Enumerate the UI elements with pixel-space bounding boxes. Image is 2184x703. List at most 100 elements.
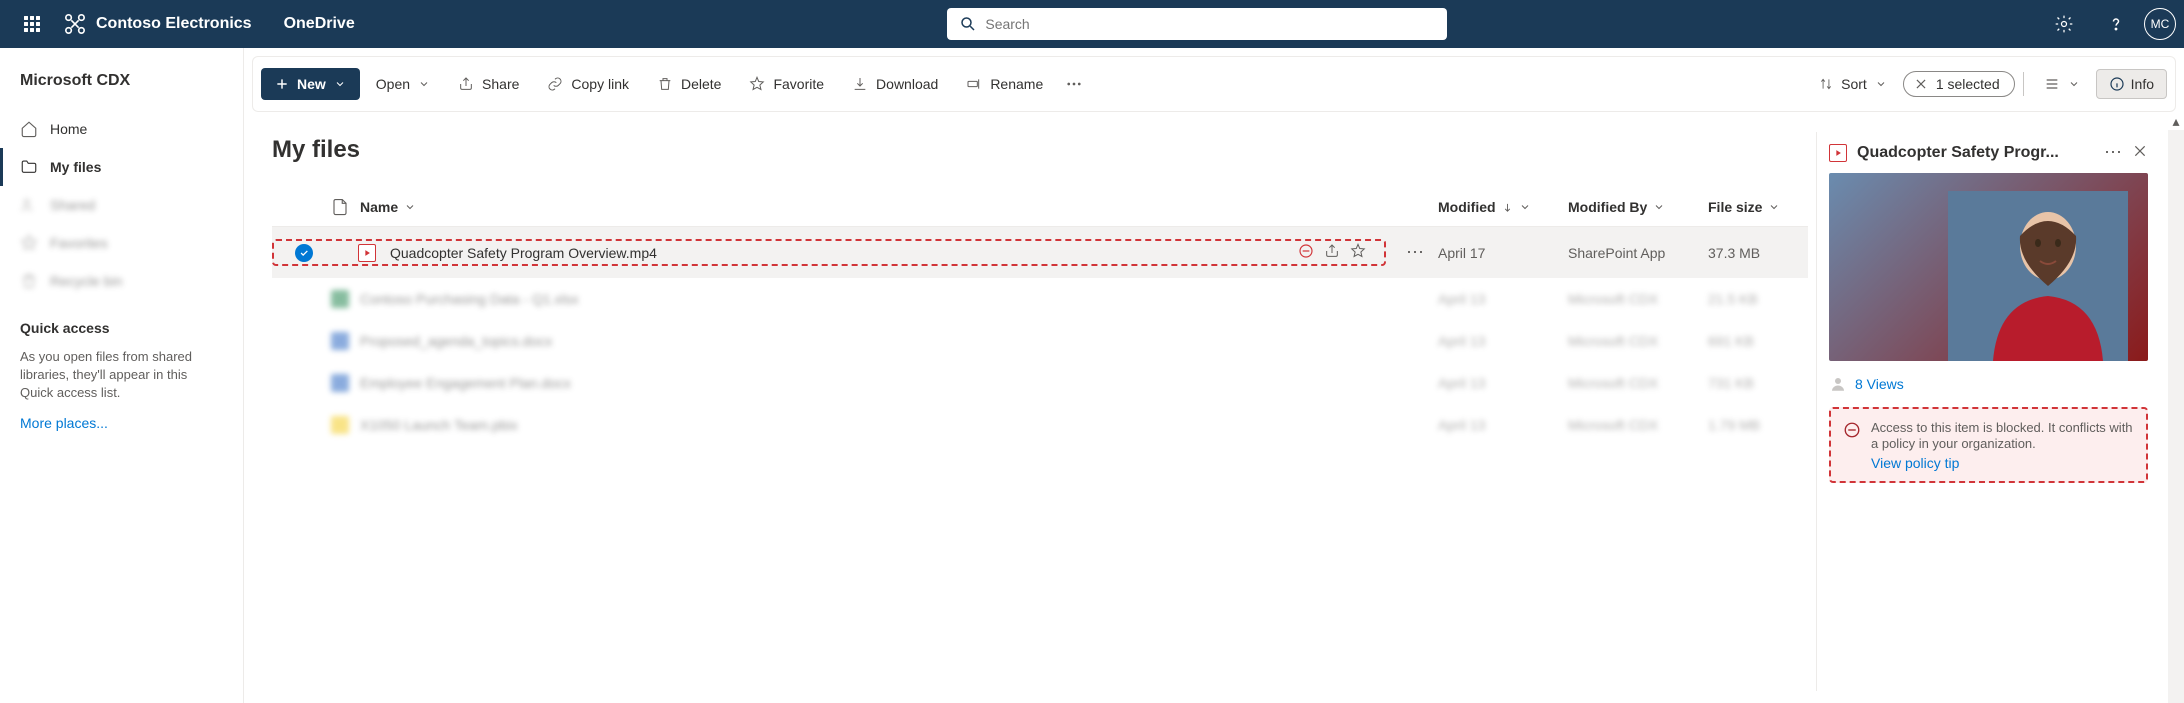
cell-modified-by: SharePoint App bbox=[1568, 245, 1708, 261]
download-icon bbox=[852, 76, 868, 92]
delete-button[interactable]: Delete bbox=[645, 68, 733, 100]
trash-icon bbox=[657, 76, 673, 92]
details-panel: Quadcopter Safety Progr... ⋯ bbox=[1816, 132, 2156, 691]
quick-access-section: Quick access As you open files from shar… bbox=[0, 300, 243, 431]
command-bar: New Open Share Copy link Delete Favo bbox=[252, 56, 2176, 112]
cell-modified: April 17 bbox=[1438, 245, 1568, 261]
table-row[interactable]: Proposed_agenda_topics.docx April 13 Mic… bbox=[272, 320, 1808, 362]
account-avatar[interactable]: MC bbox=[2144, 8, 2176, 40]
download-button[interactable]: Download bbox=[840, 68, 950, 100]
new-label: New bbox=[297, 76, 326, 92]
col-modified-by-header[interactable]: Modified By bbox=[1568, 199, 1708, 215]
chevron-down-icon bbox=[1768, 201, 1780, 213]
col-name-header[interactable]: Name bbox=[360, 199, 1438, 215]
favorite-button[interactable]: Favorite bbox=[737, 68, 836, 100]
table-row[interactable]: Employee Engagement Plan.docx April 13 M… bbox=[272, 362, 1808, 404]
block-icon[interactable] bbox=[1298, 243, 1314, 262]
search-icon bbox=[959, 15, 977, 33]
nav-label: Favorites bbox=[50, 235, 108, 251]
help-icon bbox=[2106, 14, 2126, 34]
chevron-down-icon bbox=[1653, 201, 1665, 213]
brand-link[interactable]: Contoso Electronics bbox=[64, 13, 252, 35]
copy-link-label: Copy link bbox=[571, 76, 629, 92]
cell-size: 37.3 MB bbox=[1708, 245, 1808, 261]
more-places-link[interactable]: More places... bbox=[20, 415, 223, 431]
scroll-up-arrow[interactable]: ▴ bbox=[2168, 112, 2184, 130]
chevron-down-icon bbox=[418, 78, 430, 90]
highlight-annotation: Quadcopter Safety Program Overview.mp4 bbox=[272, 239, 1386, 266]
brand-logo-icon bbox=[64, 13, 86, 35]
folder-icon bbox=[20, 158, 38, 176]
table-row[interactable]: Quadcopter Safety Program Overview.mp4 ⋯… bbox=[272, 227, 1808, 278]
info-label: Info bbox=[2131, 76, 2154, 92]
plus-icon bbox=[275, 77, 289, 91]
views-link[interactable]: 8 Views bbox=[1855, 376, 1904, 392]
nav-shared[interactable]: Shared bbox=[0, 186, 243, 224]
new-button[interactable]: New bbox=[261, 68, 360, 100]
app-launcher[interactable] bbox=[8, 0, 56, 48]
selected-count-pill[interactable]: 1 selected bbox=[1903, 71, 2015, 97]
share-icon bbox=[458, 76, 474, 92]
trash-icon bbox=[20, 272, 38, 290]
open-button[interactable]: Open bbox=[364, 68, 442, 100]
home-icon bbox=[20, 120, 38, 138]
row-checkbox[interactable] bbox=[295, 244, 313, 262]
info-button[interactable]: Info bbox=[2096, 69, 2167, 99]
chevron-down-icon bbox=[334, 78, 346, 90]
table-row[interactable]: Contoso Purchasing Data - Q1.xlsx April … bbox=[272, 278, 1808, 320]
file-icon bbox=[331, 198, 349, 216]
file-name[interactable]: Quadcopter Safety Program Overview.mp4 bbox=[390, 245, 657, 261]
search-input[interactable] bbox=[985, 16, 1435, 32]
search-box[interactable] bbox=[947, 8, 1447, 40]
sort-label: Sort bbox=[1841, 76, 1867, 92]
chevron-down-icon bbox=[1875, 78, 1887, 90]
nav-my-files[interactable]: My files bbox=[0, 148, 243, 186]
link-icon bbox=[547, 76, 563, 92]
file-name: Contoso Purchasing Data - Q1.xlsx bbox=[360, 291, 1438, 307]
share-icon[interactable] bbox=[1324, 243, 1340, 262]
share-button[interactable]: Share bbox=[446, 68, 531, 100]
nav-label: Recycle bin bbox=[50, 273, 122, 289]
table-row[interactable]: X1050 Launch Team.pbix April 13 Microsof… bbox=[272, 404, 1808, 446]
nav-recycle-bin[interactable]: Recycle bin bbox=[0, 262, 243, 300]
nav-label: My files bbox=[50, 159, 101, 175]
rename-button[interactable]: Rename bbox=[954, 68, 1055, 100]
chevron-down-icon bbox=[1519, 201, 1531, 213]
sort-icon bbox=[1819, 77, 1833, 91]
details-more-button[interactable]: ⋯ bbox=[2104, 142, 2122, 163]
quick-access-desc: As you open files from shared libraries,… bbox=[20, 348, 223, 403]
col-size-header[interactable]: File size bbox=[1708, 199, 1808, 215]
arrow-down-icon bbox=[1502, 202, 1513, 213]
settings-button[interactable] bbox=[2040, 0, 2088, 48]
close-button[interactable] bbox=[2132, 143, 2148, 162]
ellipsis-icon bbox=[1065, 75, 1083, 93]
gear-icon bbox=[2054, 14, 2074, 34]
policy-link[interactable]: View policy tip bbox=[1871, 455, 2134, 471]
file-name: Employee Engagement Plan.docx bbox=[360, 375, 1438, 391]
vertical-scrollbar[interactable]: ▴ bbox=[2168, 112, 2184, 703]
star-icon[interactable] bbox=[1350, 243, 1366, 262]
nav-home[interactable]: Home bbox=[0, 110, 243, 148]
nav-favorites[interactable]: Favorites bbox=[0, 224, 243, 262]
rename-icon bbox=[966, 76, 982, 92]
close-icon bbox=[1914, 77, 1928, 91]
waffle-icon bbox=[24, 16, 40, 32]
quick-access-title: Quick access bbox=[20, 320, 223, 336]
thumbnail-image bbox=[1948, 191, 2128, 361]
sort-button[interactable]: Sort bbox=[1807, 68, 1899, 100]
file-name: X1050 Launch Team.pbix bbox=[360, 417, 1438, 433]
video-thumbnail[interactable] bbox=[1829, 173, 2148, 361]
download-label: Download bbox=[876, 76, 938, 92]
app-name[interactable]: OneDrive bbox=[284, 15, 355, 33]
more-commands-button[interactable] bbox=[1059, 67, 1089, 101]
view-switcher-button[interactable] bbox=[2032, 68, 2092, 100]
col-modified-header[interactable]: Modified bbox=[1438, 199, 1568, 215]
copy-link-button[interactable]: Copy link bbox=[535, 68, 641, 100]
video-file-icon bbox=[358, 244, 376, 262]
star-icon bbox=[20, 234, 38, 252]
list-view-icon bbox=[2044, 76, 2060, 92]
row-more-actions[interactable]: ⋯ bbox=[1406, 242, 1424, 263]
table-header: Name Modified Modified By File size bbox=[272, 188, 1808, 227]
suite-header: Contoso Electronics OneDrive MC bbox=[0, 0, 2184, 48]
help-button[interactable] bbox=[2092, 0, 2140, 48]
